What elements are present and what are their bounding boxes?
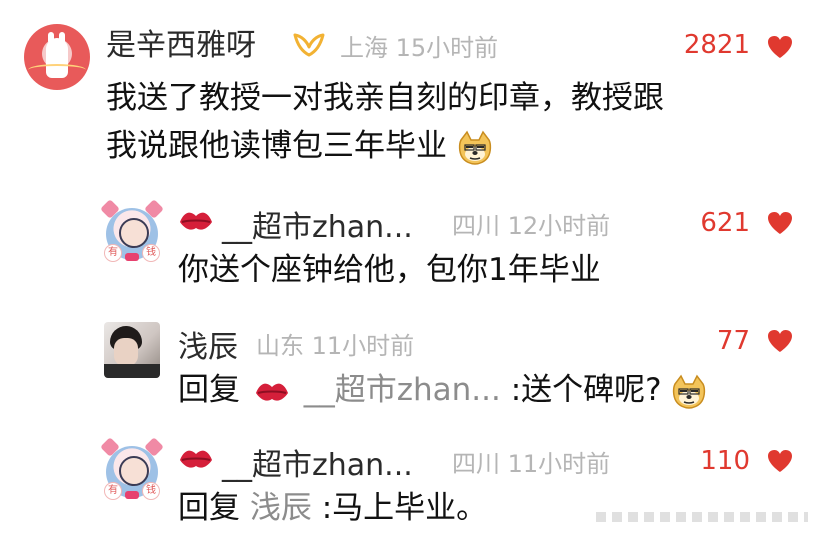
reply-time: 11小时前 <box>507 450 611 478</box>
heart-icon[interactable] <box>766 328 794 354</box>
avatar-badge-right: 钱 <box>142 482 160 500</box>
reply-username[interactable]: 浅辰 <box>178 322 238 366</box>
avatar-badge-left: 有 <box>104 482 122 500</box>
reply-text: 你送个座钟给他，包你1年毕业 <box>178 252 601 288</box>
comment-text-line-2: 我说跟他读博包三年毕业 <box>106 128 447 164</box>
heart-icon[interactable] <box>766 210 794 236</box>
reply-location: 四川 <box>452 212 500 240</box>
reply-location: 山东 <box>256 332 304 360</box>
reply-to-username[interactable]: 浅辰 <box>250 490 312 526</box>
avatar-badge-left: 有 <box>104 244 122 262</box>
watermark <box>596 512 808 522</box>
kiss-emoji-icon <box>180 450 212 468</box>
reply-location: 四川 <box>452 450 500 478</box>
reply-avatar-photo[interactable] <box>104 322 160 378</box>
reply-prefix: 回复 <box>178 372 240 408</box>
reply-time: 12小时前 <box>507 212 611 240</box>
reply-avatar[interactable]: 有 钱 <box>100 199 164 262</box>
reply-username[interactable]: __超市zhan... <box>222 440 413 484</box>
commenter-location: 上海 <box>340 34 388 62</box>
commenter-time: 15小时前 <box>395 34 499 62</box>
doge-emoji-icon <box>457 130 493 166</box>
like-count: 2821 <box>683 30 750 60</box>
doge-emoji-icon <box>671 374 707 410</box>
commenter-username[interactable]: 是辛西雅呀 <box>106 20 256 64</box>
heart-icon[interactable] <box>766 34 794 60</box>
vip-icon <box>293 33 325 57</box>
like-count: 77 <box>716 326 750 356</box>
reply-text: :马上毕业。 <box>321 490 488 526</box>
reply-to-username[interactable]: __超市zhan... <box>304 372 501 408</box>
kiss-emoji-icon <box>255 383 288 401</box>
kiss-emoji-icon <box>180 212 212 230</box>
reply-avatar[interactable]: 有 钱 <box>100 437 164 500</box>
avatar-badge-right: 钱 <box>142 244 160 262</box>
reply-text: :送个碑呢? <box>510 372 662 408</box>
reply-time: 11小时前 <box>311 332 415 360</box>
comment-text-line-1: 我送了教授一对我亲自刻的印章，教授跟 <box>106 80 664 116</box>
reply-prefix: 回复 <box>178 490 240 526</box>
like-count: 110 <box>700 446 750 476</box>
heart-icon[interactable] <box>766 448 794 474</box>
reply-username[interactable]: __超市zhan... <box>222 202 413 246</box>
like-count: 621 <box>700 208 750 238</box>
commenter-avatar[interactable] <box>24 24 90 90</box>
